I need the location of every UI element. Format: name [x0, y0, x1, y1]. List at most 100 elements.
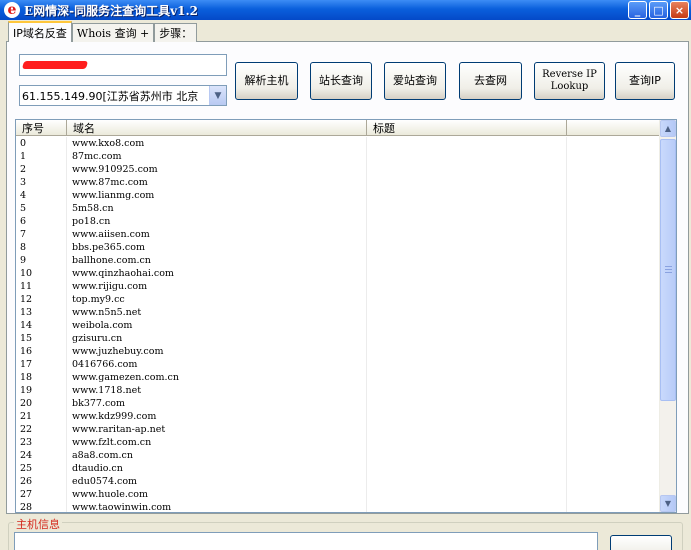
- row-title: [367, 228, 567, 241]
- row-title: [367, 475, 567, 488]
- table-row[interactable]: 23 www.fzlt.com.cn: [16, 436, 661, 449]
- vertical-scrollbar[interactable]: ▲ ▼: [659, 120, 676, 512]
- title-bar[interactable]: e E网情深-同服务注查询工具v1.2 _ □ ×: [0, 0, 691, 20]
- row-domain: dtaudio.cn: [67, 462, 367, 475]
- table-row[interactable]: 11 www.rijigu.com: [16, 280, 661, 293]
- row-index: 19: [16, 384, 67, 397]
- scroll-down-icon[interactable]: ▼: [660, 495, 676, 512]
- query-ip-button[interactable]: 查询IP: [615, 62, 675, 100]
- row-domain: www.huole.com: [67, 488, 367, 501]
- row-extra: [567, 202, 661, 215]
- chinaz-query-button[interactable]: 站长查询: [310, 62, 372, 100]
- host-input[interactable]: [19, 54, 227, 76]
- table-row[interactable]: 18 www.gamezen.com.cn: [16, 371, 661, 384]
- row-title: [367, 449, 567, 462]
- table-row[interactable]: 2 www.910925.com: [16, 163, 661, 176]
- resolve-host-button[interactable]: 解析主机: [235, 62, 298, 100]
- list-body: 0 www.kxo8.com 1 87mc.com 2 www.910925.com 3 ww…: [16, 137, 661, 512]
- row-domain: edu0574.com: [67, 475, 367, 488]
- host-info-textarea[interactable]: [14, 532, 598, 550]
- row-extra: [567, 332, 661, 345]
- row-index: 25: [16, 462, 67, 475]
- table-row[interactable]: 26 edu0574.com: [16, 475, 661, 488]
- domain-list[interactable]: 序号 域名 标题 0 www.kxo8.com 1 87mc.com 2 www.9109…: [15, 119, 677, 513]
- tab-whois[interactable]: Whois 查询 +: [71, 23, 155, 42]
- row-extra: [567, 462, 661, 475]
- table-row[interactable]: 0 www.kxo8.com: [16, 137, 661, 150]
- row-index: 16: [16, 345, 67, 358]
- row-domain: www.raritan-ap.net: [67, 423, 367, 436]
- table-row[interactable]: 19 www.1718.net: [16, 384, 661, 397]
- table-row[interactable]: 28 www.taowinwin.com: [16, 501, 661, 512]
- scrollbar-thumb[interactable]: [660, 139, 676, 401]
- column-header-extra[interactable]: [567, 120, 661, 136]
- row-title: [367, 137, 567, 150]
- row-extra: [567, 436, 661, 449]
- table-row[interactable]: 22 www.raritan-ap.net: [16, 423, 661, 436]
- table-row[interactable]: 4 www.lianmg.com: [16, 189, 661, 202]
- row-title: [367, 254, 567, 267]
- row-title: [367, 163, 567, 176]
- row-domain: www.fzlt.com.cn: [67, 436, 367, 449]
- ip-select-value: 61.155.149.90[江苏省苏州市 北京: [22, 89, 199, 103]
- table-row[interactable]: 20 bk377.com: [16, 397, 661, 410]
- column-header-domain[interactable]: 域名: [67, 120, 367, 136]
- row-index: 2: [16, 163, 67, 176]
- scroll-up-icon[interactable]: ▲: [660, 120, 676, 137]
- chevron-down-icon[interactable]: ▼: [209, 86, 226, 105]
- row-title: [367, 384, 567, 397]
- table-row[interactable]: 13 www.n5n5.net: [16, 306, 661, 319]
- row-domain: www.87mc.com: [67, 176, 367, 189]
- row-index: 26: [16, 475, 67, 488]
- column-header-title[interactable]: 标题: [367, 120, 567, 136]
- row-domain: weibola.com: [67, 319, 367, 332]
- table-row[interactable]: 7 www.aiisen.com: [16, 228, 661, 241]
- close-button[interactable]: ×: [670, 1, 689, 19]
- row-domain: www.gamezen.com.cn: [67, 371, 367, 384]
- table-row[interactable]: 14 weibola.com: [16, 319, 661, 332]
- row-extra: [567, 241, 661, 254]
- row-index: 9: [16, 254, 67, 267]
- row-index: 6: [16, 215, 67, 228]
- row-title: [367, 267, 567, 280]
- row-index: 10: [16, 267, 67, 280]
- maximize-button[interactable]: □: [649, 1, 668, 19]
- minimize-button[interactable]: _: [628, 1, 647, 19]
- table-row[interactable]: 27 www.huole.com: [16, 488, 661, 501]
- host-info-button[interactable]: [610, 535, 672, 550]
- row-title: [367, 358, 567, 371]
- table-row[interactable]: 21 www.kdz999.com: [16, 410, 661, 423]
- table-row[interactable]: 9 ballhone.com.cn: [16, 254, 661, 267]
- tab-steps[interactable]: 步骤：: [154, 23, 198, 42]
- row-extra: [567, 358, 661, 371]
- table-row[interactable]: 17 0416766.com: [16, 358, 661, 371]
- aizhan-query-button[interactable]: 爱站查询: [384, 62, 446, 100]
- table-row[interactable]: 16 www.juzhebuy.com: [16, 345, 661, 358]
- row-extra: [567, 228, 661, 241]
- table-row[interactable]: 10 www.qinzhaohai.com: [16, 267, 661, 280]
- row-index: 18: [16, 371, 67, 384]
- row-index: 22: [16, 423, 67, 436]
- table-row[interactable]: 5 5m58.cn: [16, 202, 661, 215]
- row-index: 1: [16, 150, 67, 163]
- row-domain: www.910925.com: [67, 163, 367, 176]
- row-title: [367, 462, 567, 475]
- column-header-index[interactable]: 序号: [16, 120, 67, 136]
- table-row[interactable]: 15 gzisuru.cn: [16, 332, 661, 345]
- row-domain: top.my9.cc: [67, 293, 367, 306]
- table-row[interactable]: 3 www.87mc.com: [16, 176, 661, 189]
- tab-ip-reverse[interactable]: IP域名反查: [8, 21, 72, 42]
- table-row[interactable]: 1 87mc.com: [16, 150, 661, 163]
- reverse-ip-lookup-button[interactable]: Reverse IP Lookup: [534, 62, 605, 100]
- table-row[interactable]: 24 a8a8.com.cn: [16, 449, 661, 462]
- table-row[interactable]: 25 dtaudio.cn: [16, 462, 661, 475]
- table-row[interactable]: 6 po18.cn: [16, 215, 661, 228]
- table-row[interactable]: 12 top.my9.cc: [16, 293, 661, 306]
- qucha-button[interactable]: 去查网: [459, 62, 522, 100]
- row-extra: [567, 215, 661, 228]
- row-index: 27: [16, 488, 67, 501]
- ip-select[interactable]: 61.155.149.90[江苏省苏州市 北京 ▼: [19, 85, 227, 106]
- row-index: 28: [16, 501, 67, 512]
- table-row[interactable]: 8 bbs.pe365.com: [16, 241, 661, 254]
- row-title: [367, 410, 567, 423]
